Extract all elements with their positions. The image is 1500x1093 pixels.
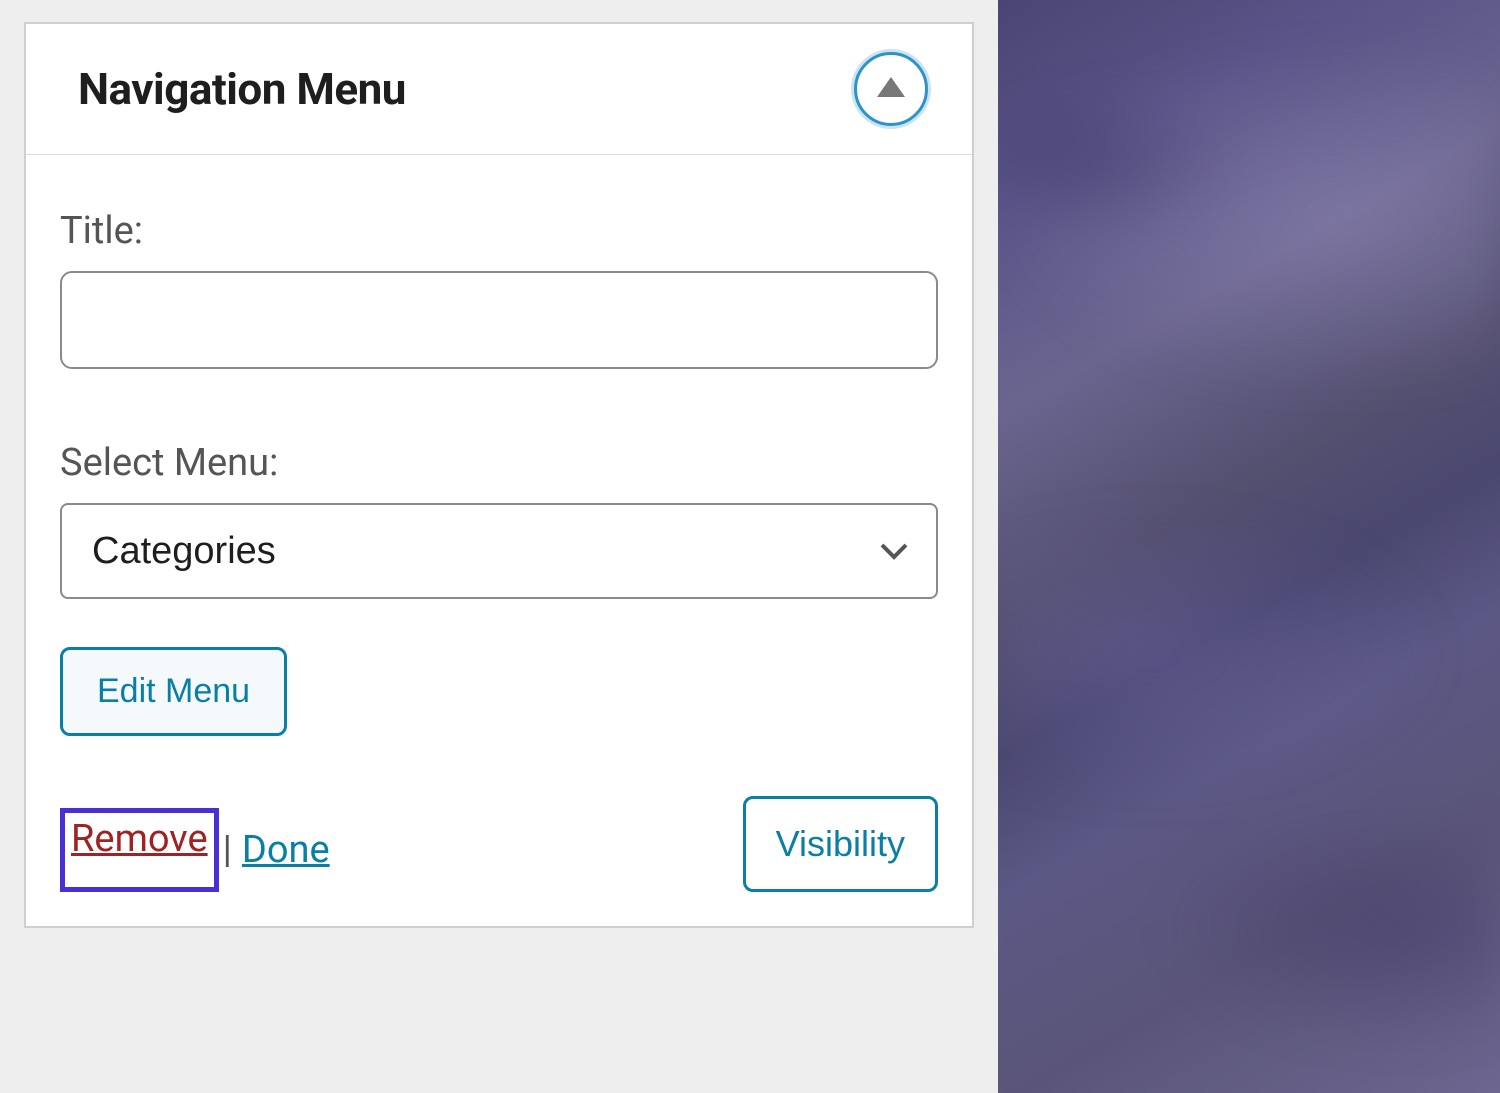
widget-footer: Remove | Done Visibility — [60, 796, 938, 892]
title-label: Title: — [60, 209, 938, 253]
background-image-panel — [998, 0, 1500, 1093]
link-separator: | — [223, 828, 232, 872]
widget-settings-panel: Navigation Menu Title: Select Menu: Cate… — [0, 0, 998, 1093]
navigation-menu-widget: Navigation Menu Title: Select Menu: Cate… — [24, 22, 974, 928]
visibility-button[interactable]: Visibility — [743, 796, 938, 892]
title-input[interactable] — [60, 271, 938, 369]
widget-body: Title: Select Menu: Categories Edit Menu… — [26, 155, 972, 926]
collapse-button[interactable] — [854, 52, 928, 126]
chevron-up-icon — [877, 77, 905, 97]
remove-link[interactable]: Remove — [71, 817, 208, 861]
widget-header: Navigation Menu — [26, 24, 972, 155]
done-link[interactable]: Done — [242, 828, 330, 872]
select-menu-wrap: Categories — [60, 503, 938, 599]
widget-title: Navigation Menu — [78, 63, 406, 115]
select-menu-label: Select Menu: — [60, 441, 938, 485]
select-menu-dropdown[interactable]: Categories — [60, 503, 938, 599]
remove-highlight: Remove — [60, 808, 219, 892]
edit-menu-button[interactable]: Edit Menu — [60, 647, 287, 736]
action-links: Remove | Done — [60, 808, 330, 892]
